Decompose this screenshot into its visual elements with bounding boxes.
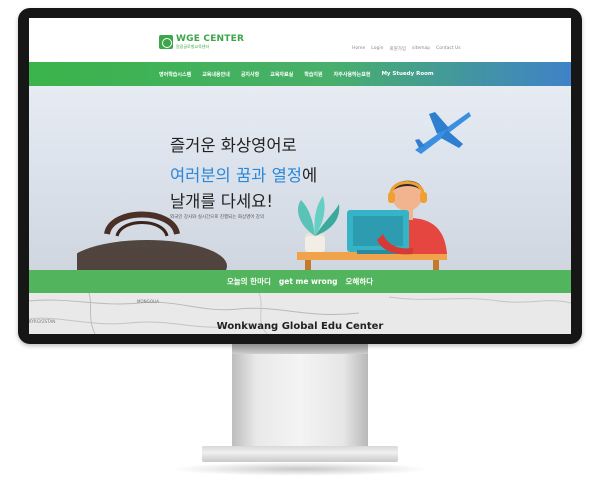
contact-link[interactable]: Contact Us (436, 46, 461, 52)
monitor-stand-base (202, 446, 398, 462)
center-name-heading: Wonkwang Global Edu Center (216, 321, 384, 332)
hero-headline-line-2: 여러분의 꿈과 열정에 (170, 162, 317, 186)
globe-logo-icon (159, 35, 173, 49)
nav-item-materials[interactable]: 교육자료실 (270, 71, 293, 78)
hero-banner: 즐거운 화상영어로 여러분의 꿈과 열정에 날개를 다세요! 외국인 강사와 실… (29, 86, 571, 270)
phrase-label: 오늘의 한마디 (226, 277, 271, 286)
monitor-stand-neck (232, 344, 368, 448)
phrase-english: get me wrong (278, 277, 338, 286)
nav-item-learning-support[interactable]: 학습지원 (304, 71, 322, 78)
signup-link[interactable]: 회원가입 (389, 46, 406, 52)
home-link[interactable]: Home (352, 46, 365, 52)
login-link[interactable]: Login (371, 46, 383, 52)
hero-headline-line-1: 즐거운 화상영어로 (170, 136, 297, 155)
phrase-of-the-day-bar[interactable]: 오늘의 한마디 get me wrong 오해하다 (29, 270, 571, 293)
monitor-stand-shadow (170, 462, 430, 476)
hero-headline-highlight: 여러분의 꿈과 열정 (170, 166, 302, 185)
monitor-frame: WGE CENTER 원광글로벌교육센터 Home Login 회원가입 sit… (18, 8, 582, 344)
phrase-korean: 오해하다 (345, 277, 374, 286)
site-logo[interactable]: WGE CENTER 원광글로벌교육센터 (159, 35, 244, 49)
airplane-icon (415, 112, 471, 154)
hero-headline-line-3: 날개를 다세요! (170, 192, 273, 211)
monitor-screen: WGE CENTER 원광글로벌교육센터 Home Login 회원가입 sit… (29, 18, 571, 334)
map-section: MONGOLIA KYRGYZSTAN Wonkwang Global Edu … (29, 293, 571, 334)
site-header: WGE CENTER 원광글로벌교육센터 Home Login 회원가입 sit… (29, 18, 571, 62)
utility-links: Home Login 회원가입 sitemap Contact Us (352, 46, 461, 52)
logo-title: WGE CENTER (176, 34, 245, 44)
main-nav: 영어학습시스템 교육내용안내 공지사항 교육자료실 학습지원 자주사용하는표현 … (29, 62, 571, 86)
nav-item-course-info[interactable]: 교육내용안내 (202, 71, 230, 78)
map-label-mongolia: MONGOLIA (137, 299, 159, 304)
nav-item-common-phrases[interactable]: 자주사용하는표현 (334, 71, 371, 78)
hero-headline-line-2-rest: 에 (301, 166, 318, 185)
hero-subtitle: 외국인 강사와 실시간으로 진행되는 화상영어 강의 (170, 215, 265, 220)
nav-item-my-study-room[interactable]: My Stuedy Room (381, 71, 433, 77)
sitemap-link[interactable]: sitemap (412, 46, 430, 52)
nav-item-notices[interactable]: 공지사항 (241, 71, 259, 78)
nav-item-english-system[interactable]: 영어학습시스템 (159, 71, 191, 78)
logo-subtitle: 원광글로벌교육센터 (176, 44, 210, 49)
